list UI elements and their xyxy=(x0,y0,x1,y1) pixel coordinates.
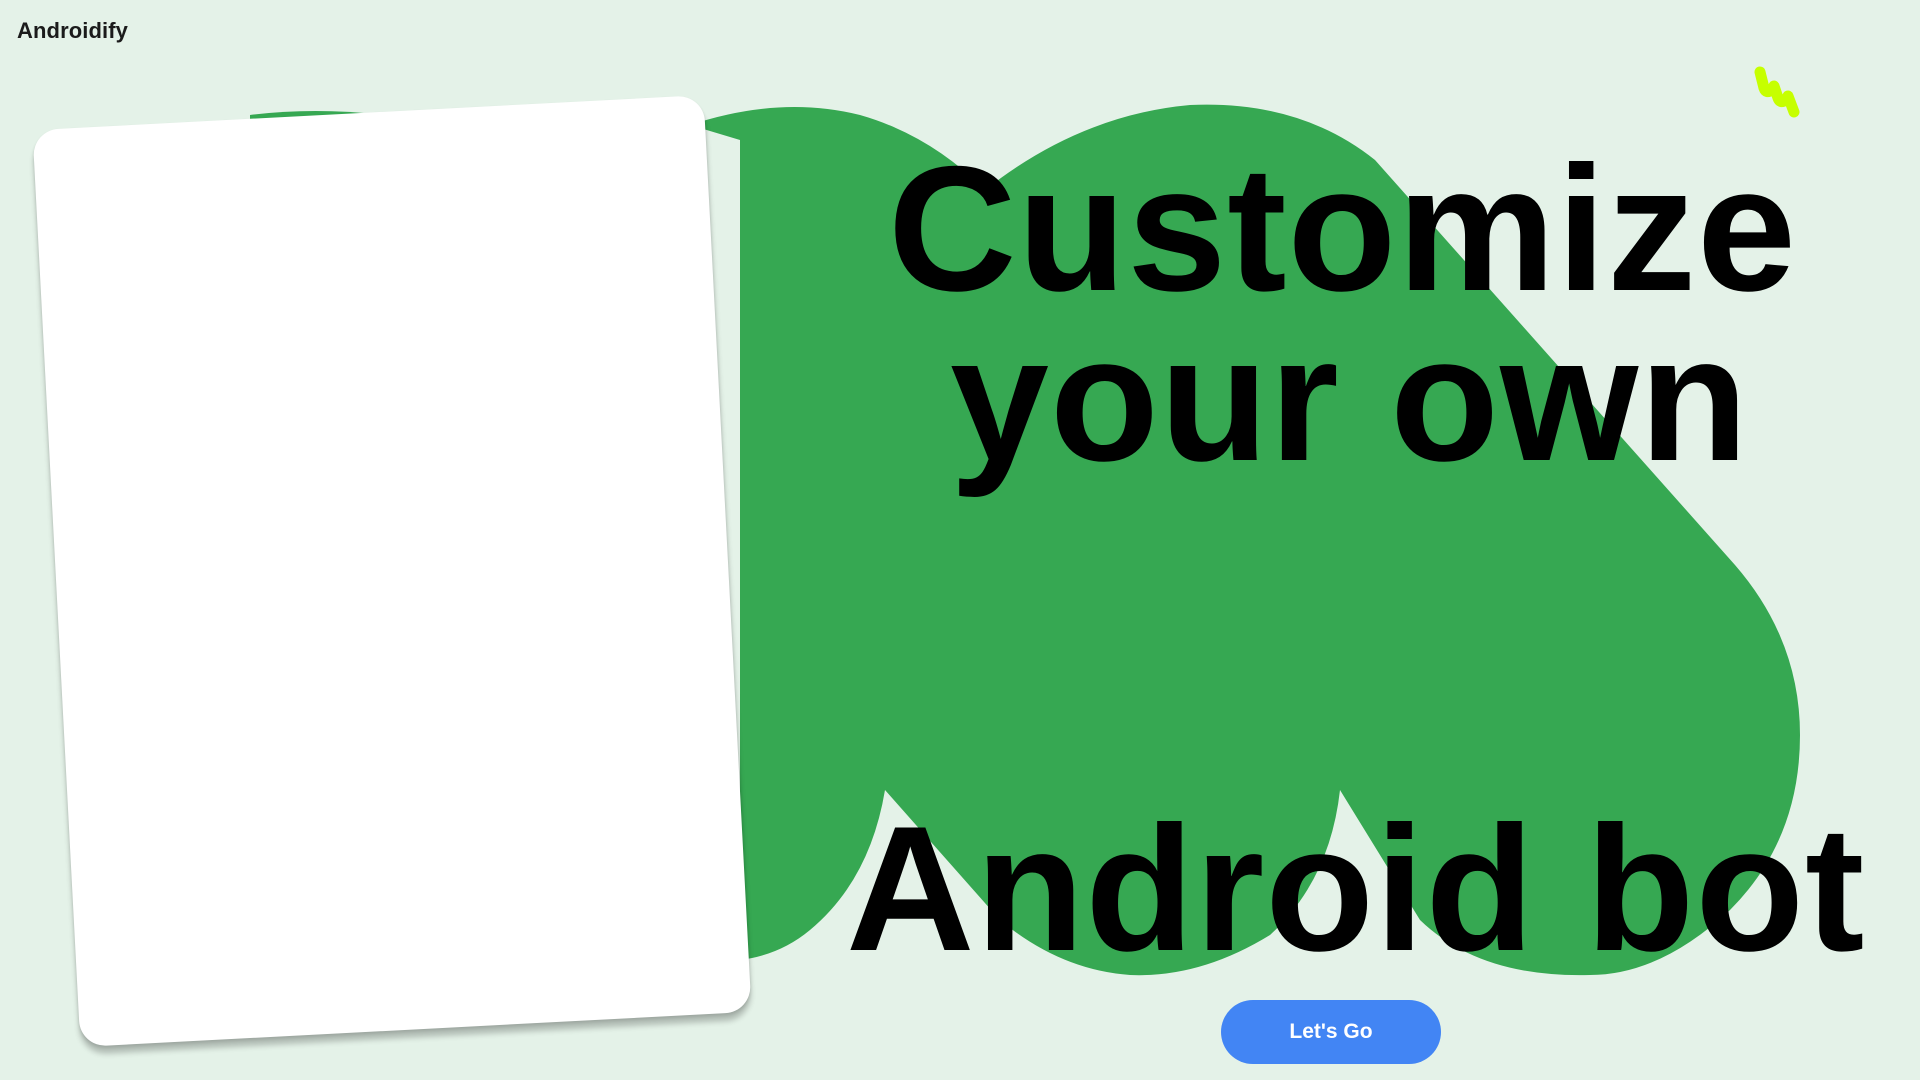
lets-go-button[interactable]: Let's Go xyxy=(1221,1000,1441,1064)
squiggle-sparkle-icon xyxy=(1754,66,1800,118)
green-shape-body xyxy=(690,104,1800,976)
bot-preview-card xyxy=(32,95,752,1047)
androidify-home-screen: Androidify Customize your own Android bo… xyxy=(0,0,1920,1080)
